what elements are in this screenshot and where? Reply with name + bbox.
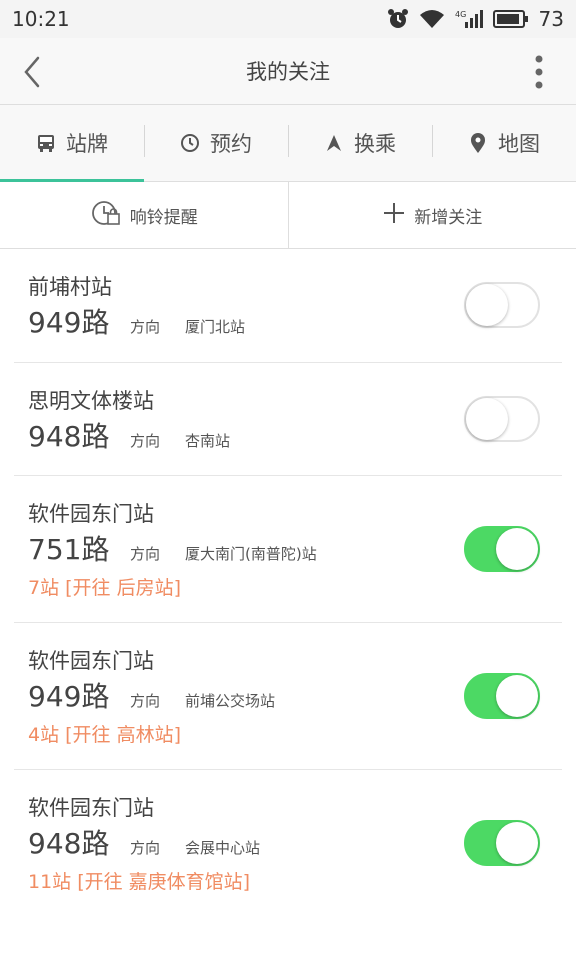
stop-name: 思明文体楼站: [28, 389, 154, 413]
alarm-reminder-button[interactable]: 响铃提醒: [0, 182, 288, 248]
favorite-item[interactable]: 软件园东门站 948路 方向 会展中心站 11站 [开往 嘉庚体育馆站]: [14, 770, 562, 917]
notify-toggle[interactable]: [464, 282, 540, 328]
notify-toggle[interactable]: [464, 396, 540, 442]
navigation-arrow-icon: [324, 133, 344, 153]
direction-label: 方向: [130, 839, 161, 857]
stop-name: 软件园东门站: [28, 502, 154, 526]
favorite-item[interactable]: 软件园东门站 949路 方向 前埔公交场站 4站 [开往 高林站]: [14, 623, 562, 770]
tab-label: 预约: [210, 132, 252, 156]
tab-reservation[interactable]: 预约: [144, 105, 288, 181]
arrival-info: 7站 [开往 后房站]: [28, 577, 181, 599]
destination: 厦门北站: [185, 318, 246, 336]
destination: 会展中心站: [185, 839, 261, 857]
arrival-info: 11站 [开往 嘉庚体育馆站]: [28, 871, 251, 893]
battery-level: 73: [538, 7, 564, 31]
toggle-knob: [466, 398, 508, 440]
destination: 杏南站: [185, 432, 231, 450]
action-row: 响铃提醒 新增关注: [0, 182, 576, 249]
route-number: 751路: [28, 533, 110, 566]
plus-icon: [382, 201, 406, 230]
direction-label: 方向: [130, 432, 161, 450]
status-time: 10:21: [12, 7, 70, 31]
route-number: 948路: [28, 827, 110, 860]
stop-name: 前埔村站: [28, 275, 112, 299]
notify-toggle[interactable]: [464, 820, 540, 866]
notify-toggle[interactable]: [464, 673, 540, 719]
alarm-clock-icon: [90, 199, 122, 232]
bus-icon: [36, 133, 56, 153]
tab-label: 地图: [498, 132, 540, 156]
status-bar: 10:21 4G 73: [0, 0, 576, 38]
alarm-reminder-label: 响铃提醒: [129, 207, 198, 228]
tab-label: 换乘: [354, 132, 396, 156]
destination: 前埔公交场站: [185, 692, 276, 710]
status-icons: 4G 73: [387, 7, 564, 31]
favorites-list: 前埔村站 949路 方向 厦门北站 思明文体楼站 948路 方向 杏南站 软件园…: [0, 249, 576, 917]
cellular-signal-icon: 4G: [455, 8, 483, 30]
more-options-button[interactable]: [524, 52, 554, 92]
title-bar: 我的关注: [0, 38, 576, 105]
svg-text:4G: 4G: [455, 10, 466, 19]
stop-name: 软件园东门站: [28, 649, 154, 673]
toggle-knob: [496, 528, 538, 570]
arrival-info: 4站 [开往 高林站]: [28, 724, 181, 746]
toggle-knob: [466, 284, 508, 326]
tab-transfer[interactable]: 换乘: [288, 105, 432, 181]
clock-icon: [180, 133, 200, 153]
map-pin-icon: [468, 132, 488, 154]
more-vertical-icon: [535, 55, 543, 89]
tab-label: 站牌: [66, 132, 108, 156]
wifi-icon: [419, 8, 445, 30]
destination: 厦大南门(南普陀)站: [185, 545, 317, 563]
route-number: 948路: [28, 420, 110, 453]
add-favorite-button[interactable]: 新增关注: [287, 182, 576, 248]
favorite-item[interactable]: 软件园东门站 751路 方向 厦大南门(南普陀)站 7站 [开往 后房站]: [14, 476, 562, 623]
direction-label: 方向: [130, 545, 161, 563]
favorite-item[interactable]: 思明文体楼站 948路 方向 杏南站: [14, 363, 562, 476]
tab-bar: 站牌 预约 换乘 地图: [0, 105, 576, 182]
direction-label: 方向: [130, 692, 161, 710]
route-number: 949路: [28, 680, 110, 713]
battery-icon: [492, 9, 529, 29]
route-number: 949路: [28, 306, 110, 339]
direction-label: 方向: [130, 318, 161, 336]
toggle-knob: [496, 822, 538, 864]
tab-map[interactable]: 地图: [432, 105, 576, 181]
favorite-item[interactable]: 前埔村站 949路 方向 厦门北站: [14, 249, 562, 363]
add-favorite-label: 新增关注: [414, 207, 483, 228]
page-title: 我的关注: [246, 60, 330, 84]
tab-station[interactable]: 站牌: [0, 105, 144, 182]
alarm-icon: [387, 8, 409, 30]
toggle-knob: [496, 675, 538, 717]
stop-name: 软件园东门站: [28, 796, 154, 820]
notify-toggle[interactable]: [464, 526, 540, 572]
